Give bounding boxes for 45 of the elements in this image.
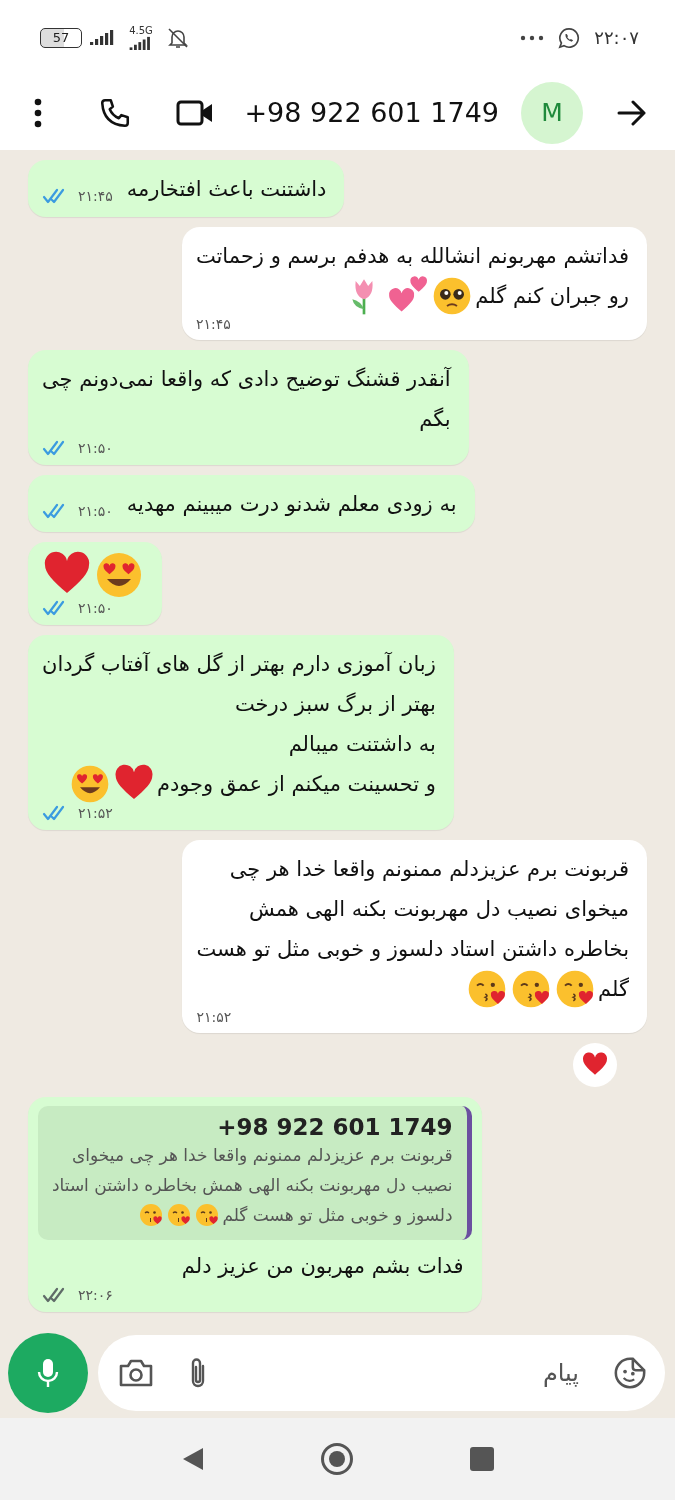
camera-icon[interactable] [118,1358,154,1388]
sticker-icon[interactable] [613,1356,647,1390]
message-text: آنقدر قشنگ توضیح دادی که واقعا نمی‌دونم چی [42,366,451,393]
home-icon[interactable] [319,1442,354,1476]
network-type: 4.5G [129,25,153,36]
contact-name[interactable]: +98 922 601 1749 [244,97,499,128]
message-text: گلم [598,976,629,1003]
menu-icon[interactable] [32,97,44,128]
quote-text: دلسوز و خوبی مثل تو هست گلم [222,1204,453,1227]
back-arrow-icon[interactable] [617,99,647,126]
more-notifications-icon [520,34,545,41]
message-text: به داشتنت میبالم [288,731,436,758]
message-time: ۲۱:۵۰ [78,440,113,456]
quote-author: +98 922 601 1749 [216,1114,453,1140]
quote-text: نصیب دل مهربونت بکنه الهی همش بخاطره داشتن استاد [52,1174,453,1198]
message-text: بخاطره داشتن استاد دلسوز و خوبی مثل تو هست [196,936,629,963]
recent-apps-icon[interactable] [468,1446,495,1472]
message-text: و تحسینت میکنم از عمق وجودم [156,771,436,798]
avatar[interactable]: M [521,81,583,144]
message-time: ۲۱:۵۰ [78,600,113,616]
message-input[interactable]: پیام [242,1358,581,1388]
message-text: فدات بشم مهربون من عزیز دلم [181,1253,464,1280]
message-time: ۲۱:۴۵ [78,188,113,204]
message-text: قربونت برم عزیزدلم ممنونم واقعا خدا هر چی [229,856,629,883]
message-text: بهتر از برگ سبز درخت [234,691,436,718]
message-text: زبان آموزی دارم بهتر از گل های آفتاب گردان [42,651,436,678]
message-time: ۲۱:۵۲ [196,1009,232,1025]
battery-level: 57 [52,30,70,45]
message-time: ۲۱:۴۵ [195,316,231,332]
signal-icon [90,28,116,47]
clock: ۲۲:۰۷ [594,27,639,48]
microphone-icon [37,1358,59,1388]
message-time: ۲۱:۵۲ [78,805,113,821]
message-text: به زودی معلم شدنو درت میبینم مهدیه [126,491,457,518]
message-text: میخوای نصیب دل مهربونت بکنه الهی همش [248,896,629,923]
message-text: فداتشم مهربونم انشالله به هدفم برسم و زحماتت [195,243,629,270]
reaction-badge[interactable] [573,1043,617,1087]
message-time: ۲۲:۰۶ [78,1287,113,1303]
video-camera-icon[interactable] [176,98,214,127]
chat-bubble-icon [558,26,581,49]
message-text: بگم [419,406,451,433]
message-text: داشتنت باعث افتخارمه [126,176,327,203]
message-time: ۲۱:۵۰ [78,503,113,519]
quote-text: قربونت برم عزیزدلم ممنونم واقعا خدا هر چی میخوای [72,1144,453,1168]
message-text: رو جبران کنم گلم [475,283,629,310]
